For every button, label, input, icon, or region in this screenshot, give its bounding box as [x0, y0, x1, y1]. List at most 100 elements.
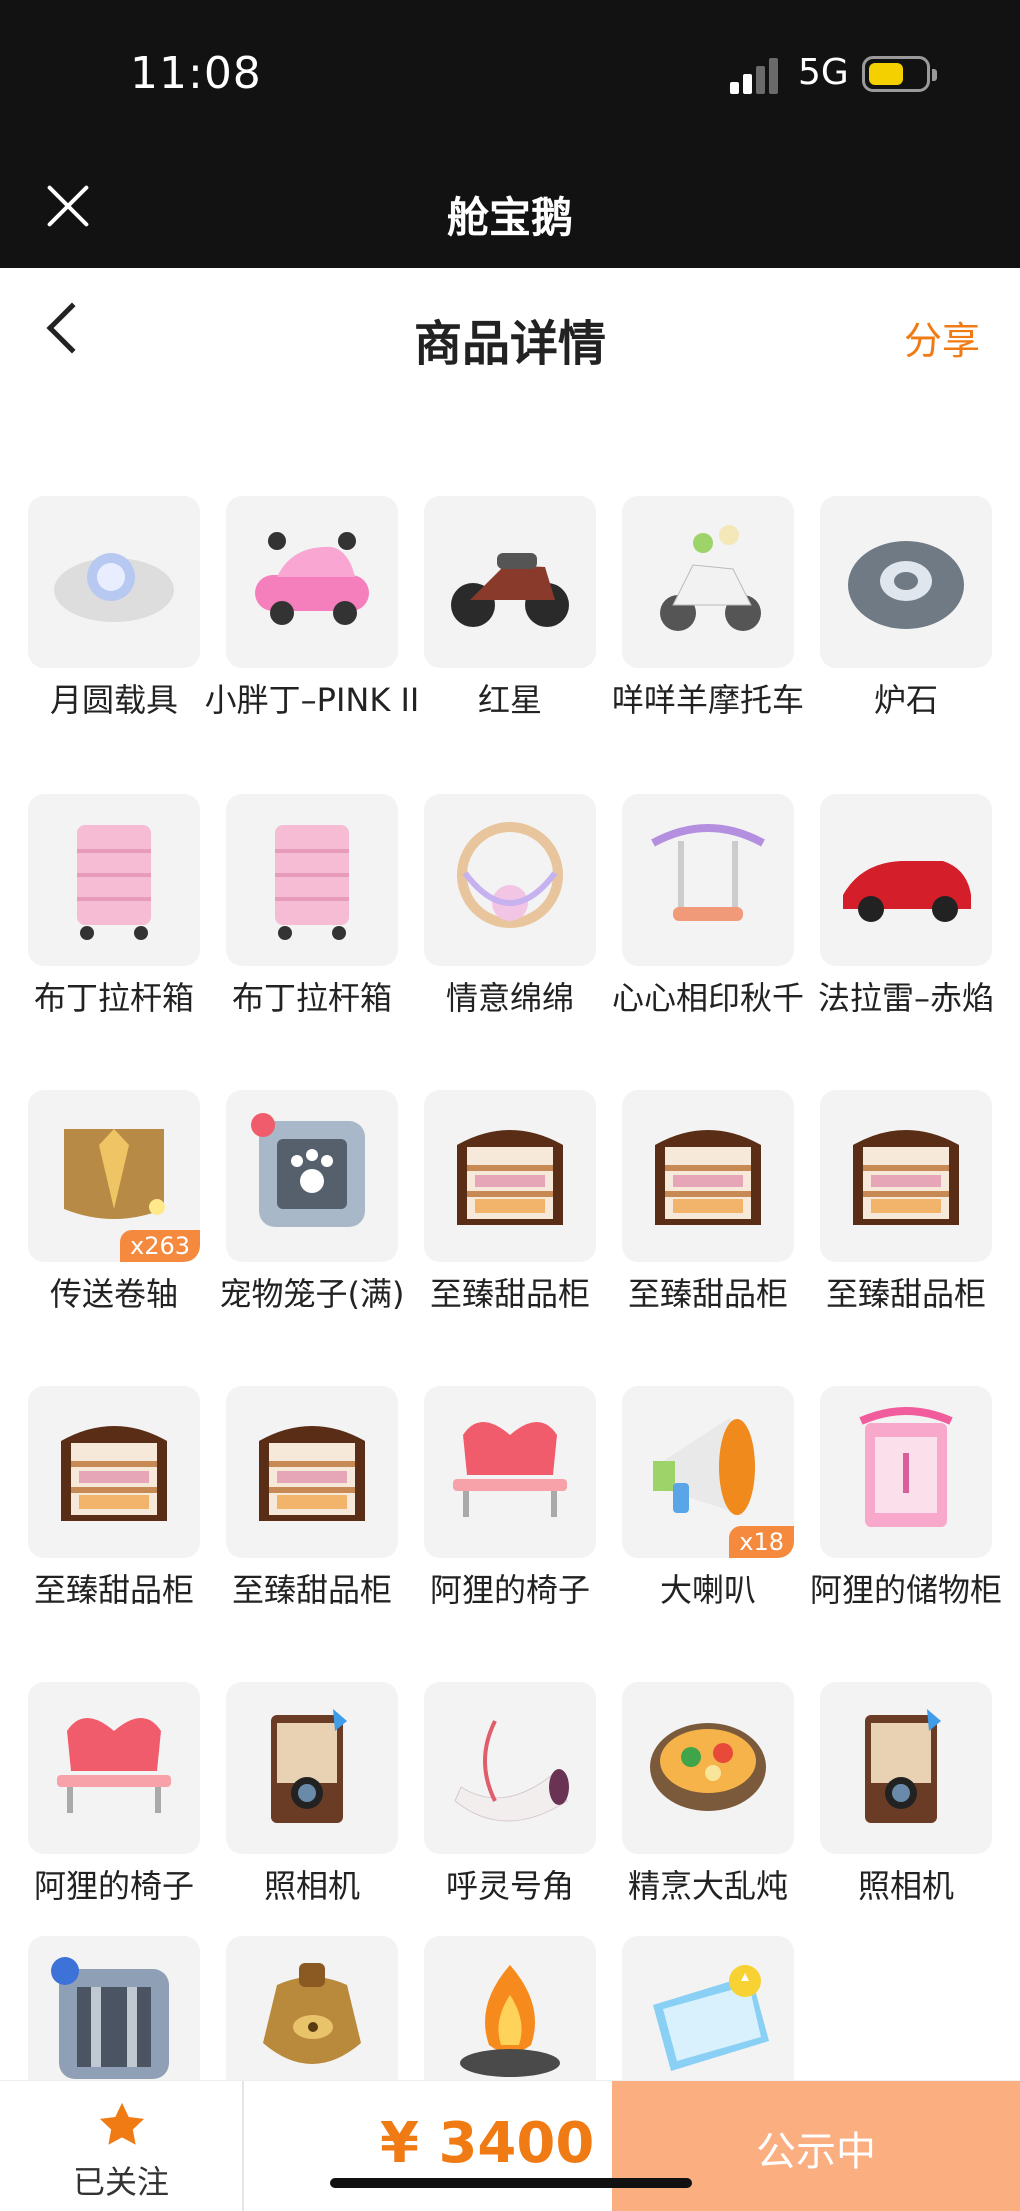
grid-item[interactable]: 阿狸的椅子 [28, 1682, 200, 1905]
item-label: 布丁拉杆箱 [33, 979, 194, 1017]
follow-button[interactable]: 已关注 [0, 2081, 244, 2211]
grid-item[interactable] [28, 1936, 200, 2080]
home-indicator [330, 2178, 692, 2188]
hearthstone-icon [831, 505, 981, 659]
dessert-cabinet-icon [831, 1099, 981, 1253]
status-bar: 11:08 5G [0, 0, 1020, 150]
item-label: 照相机 [263, 1867, 360, 1905]
item-label: 小胖丁–PINK II [204, 681, 420, 719]
item-thumbnail [28, 1386, 200, 1558]
grid-item[interactable]: 至臻甜品柜 [622, 1090, 794, 1313]
grid-item[interactable] [226, 1936, 398, 2080]
grid-item[interactable]: 宠物笼子(满) [220, 1090, 404, 1313]
grid-item[interactable]: 布丁拉杆箱 [28, 794, 200, 1017]
pouch-icon [237, 1945, 387, 2080]
swing-icon [633, 803, 783, 957]
horn-icon [435, 1691, 585, 1845]
grid-item[interactable]: 炉石 [820, 496, 992, 719]
item-label: 至臻甜品柜 [231, 1571, 392, 1609]
dessert-cabinet-icon [237, 1395, 387, 1549]
network-type: 5G [798, 52, 849, 93]
grid-item[interactable]: x263 传送卷轴 [28, 1090, 200, 1313]
item-thumbnail [820, 1682, 992, 1854]
item-label: 精烹大乱炖 [627, 1867, 788, 1905]
suitcase-icon [39, 803, 189, 957]
item-label: 阿狸的椅子 [429, 1571, 590, 1609]
follow-label: 已关注 [72, 2163, 169, 2201]
item-label: 至臻甜品柜 [33, 1571, 194, 1609]
item-thumbnail [820, 1090, 992, 1262]
item-thumbnail [424, 1090, 596, 1262]
grid-item[interactable]: 咩咩羊摩托车 [612, 496, 804, 719]
item-thumbnail [622, 496, 794, 668]
share-button[interactable]: 分享 [904, 310, 980, 365]
item-thumbnail [622, 1936, 794, 2080]
grid-item[interactable] [424, 1936, 596, 2080]
dessert-cabinet-icon [633, 1099, 783, 1253]
pet-cage-icon [237, 1099, 387, 1253]
app-title: 舱宝鹅 [446, 193, 573, 242]
grid-item[interactable]: x18 大喇叭 [622, 1386, 794, 1609]
item-label: 大喇叭 [659, 1571, 756, 1609]
ticket-icon [633, 1945, 783, 2080]
grid-item[interactable]: 布丁拉杆箱 [226, 794, 398, 1017]
grid-item[interactable]: 呼灵号角 [424, 1682, 596, 1905]
signal-icon [730, 56, 782, 94]
star-icon [99, 2102, 145, 2145]
grid-item[interactable]: 至臻甜品柜 [424, 1090, 596, 1313]
item-thumbnail [226, 794, 398, 966]
grid-item[interactable]: 情意绵绵 [424, 794, 596, 1017]
item-label: 阿狸的椅子 [33, 1867, 194, 1905]
campfire-icon [435, 1945, 585, 2080]
suitcase-icon [237, 803, 387, 957]
status-button[interactable]: 公示中 [612, 2081, 1020, 2211]
clock: 11:08 [130, 48, 262, 99]
item-thumbnail [820, 794, 992, 966]
price: ¥ 3400 [380, 2111, 595, 2176]
grid-item[interactable]: 至臻甜品柜 [28, 1386, 200, 1609]
grid-item[interactable]: 阿狸的储物柜 [810, 1386, 1002, 1609]
grid-item[interactable]: 至臻甜品柜 [226, 1386, 398, 1609]
grid-item[interactable]: 心心相印秋千 [612, 794, 804, 1017]
item-label: 心心相印秋千 [611, 979, 804, 1017]
item-label: 情意绵绵 [445, 979, 574, 1017]
pink-cabinet-icon [831, 1395, 981, 1549]
item-thumbnail [226, 496, 398, 668]
item-thumbnail [226, 1936, 398, 2080]
grid-item[interactable]: 照相机 [820, 1682, 992, 1905]
quantity-badge: x263 [119, 1230, 200, 1262]
item-thumbnail [226, 1682, 398, 1854]
grid-item[interactable]: 精烹大乱炖 [622, 1682, 794, 1905]
item-thumbnail [424, 794, 596, 966]
item-thumbnail [424, 496, 596, 668]
item-thumbnail [424, 1936, 596, 2080]
item-thumbnail [820, 496, 992, 668]
red-car-icon [831, 803, 981, 957]
item-thumbnail [28, 496, 200, 668]
quantity-badge: x18 [729, 1526, 794, 1558]
camera-icon [237, 1691, 387, 1845]
item-thumbnail [820, 1386, 992, 1558]
list-item-label: 家园币 [608, 396, 808, 404]
grid-item[interactable]: 照相机 [226, 1682, 398, 1905]
stew-icon [633, 1691, 783, 1845]
grid-item[interactable]: 小胖丁–PINK II [205, 496, 419, 719]
bottom-action-bar: 已关注 ¥ 3400 公示中 [0, 2080, 1020, 2211]
grid-item[interactable]: 法拉雷–赤焰 [818, 794, 994, 1017]
blue-cage-icon [39, 1945, 189, 2080]
item-thumbnail [28, 794, 200, 966]
grid-item[interactable]: 红星 [424, 496, 596, 719]
item-thumbnail [28, 1936, 200, 2080]
item-label: 至臻甜品柜 [825, 1275, 986, 1313]
grid-item[interactable]: 至臻甜品柜 [820, 1090, 992, 1313]
page-title: 商品详情 [413, 316, 606, 372]
item-label: 至臻甜品柜 [429, 1275, 590, 1313]
grid-item[interactable]: 月圆载具 [28, 496, 200, 719]
item-label: 法拉雷–赤焰 [817, 979, 994, 1017]
camera-icon [831, 1691, 981, 1845]
item-thumbnail [424, 1682, 596, 1854]
list-item-label: 东西币 [410, 396, 610, 404]
item-label: 宠物笼子(满) [219, 1275, 405, 1313]
grid-item[interactable] [622, 1936, 794, 2080]
grid-item[interactable]: 阿狸的椅子 [424, 1386, 596, 1609]
